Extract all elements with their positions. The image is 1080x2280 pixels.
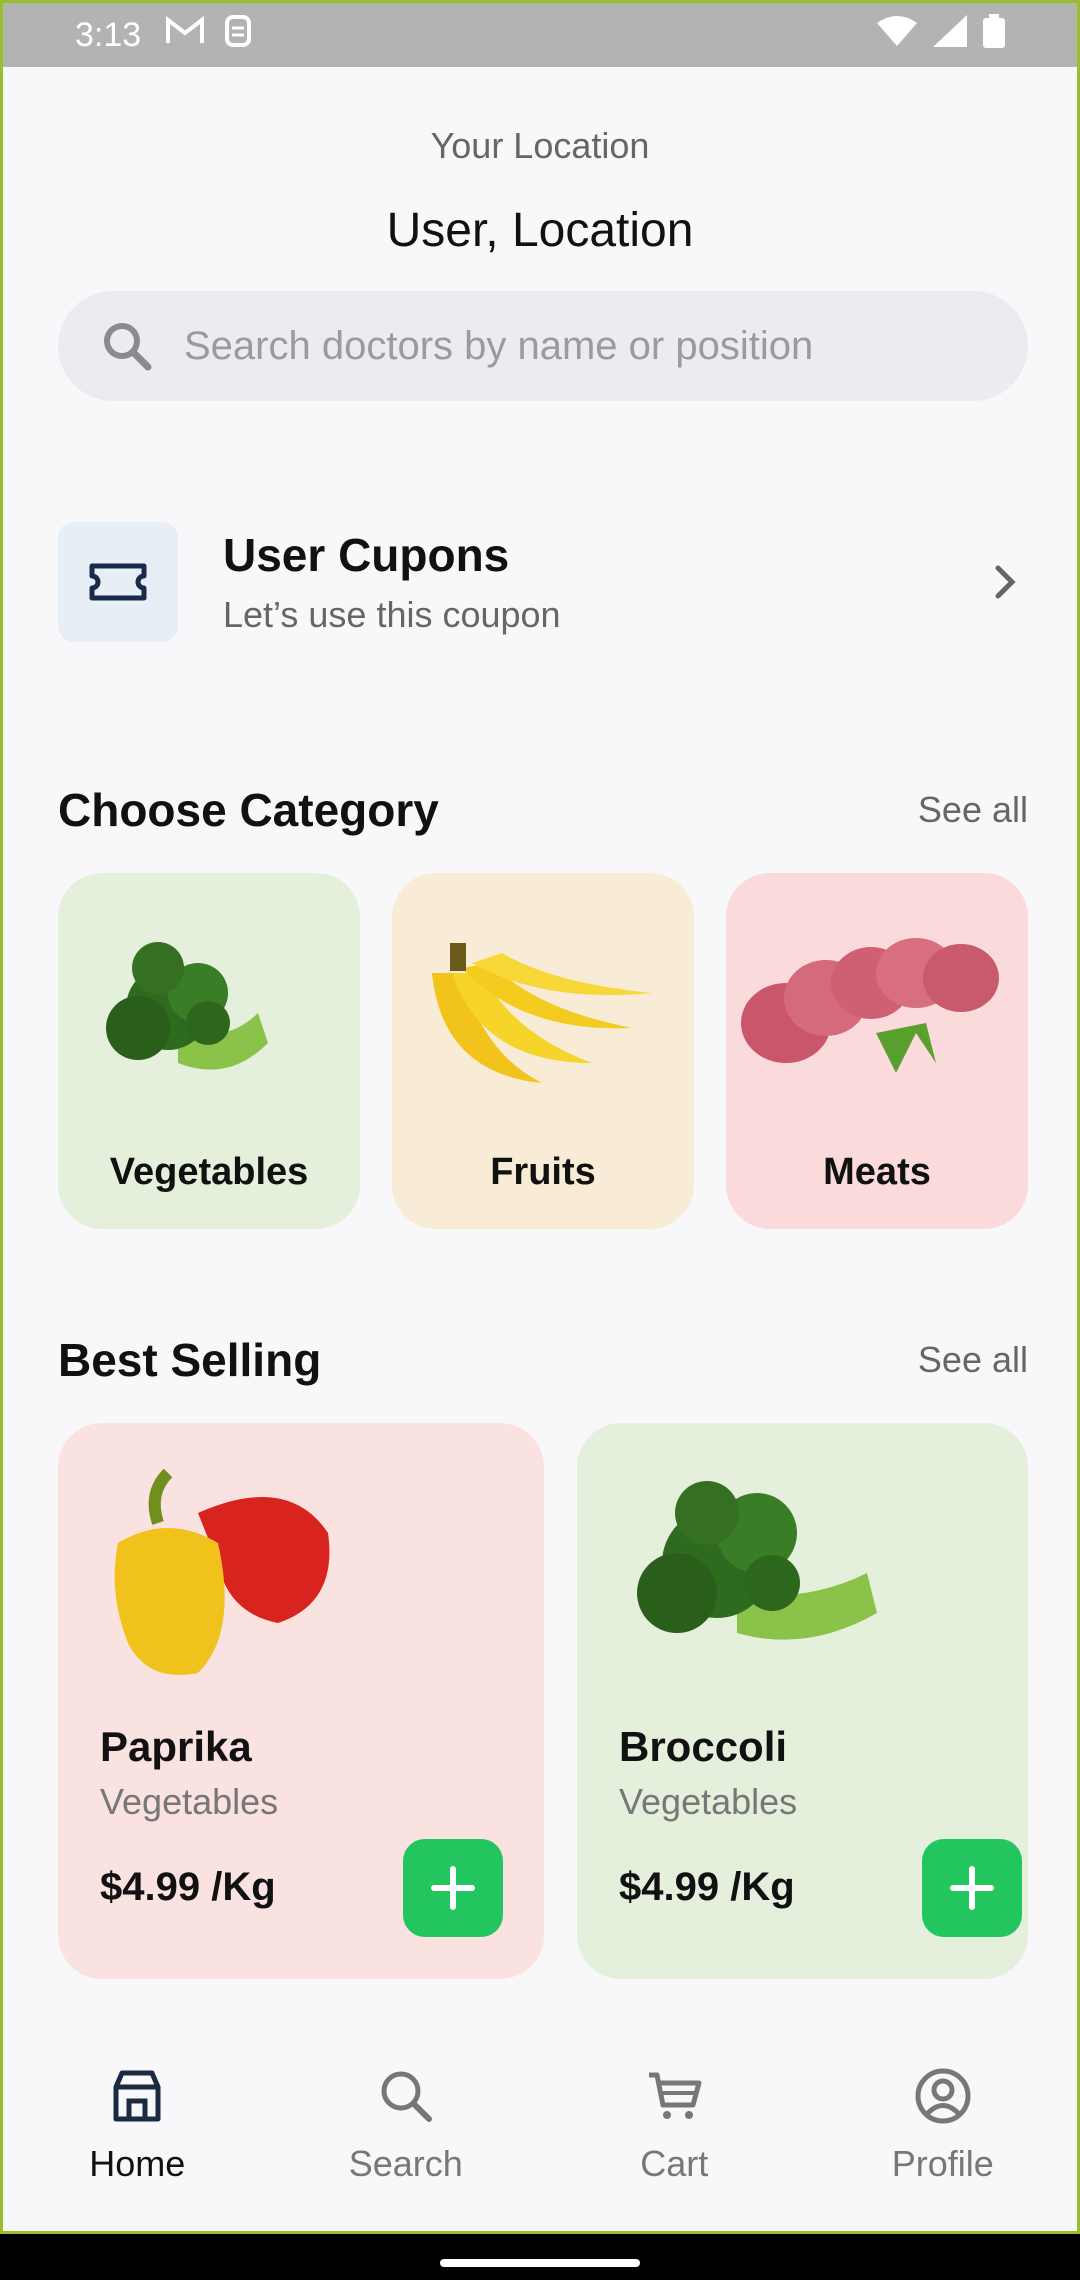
banana-image (432, 943, 652, 1083)
paprika-image (114, 1468, 330, 1675)
category-label: Fruits (490, 1151, 596, 1193)
coupon-badge (58, 522, 178, 642)
notification-icon (223, 14, 253, 57)
best-selling-see-all-link[interactable]: See all (918, 1339, 1028, 1381)
nav-label: Cart (640, 2143, 709, 2184)
category-card-vegetables[interactable]: Vegetables (58, 873, 360, 1229)
cart-icon (649, 2072, 702, 2119)
battery-icon (983, 13, 1005, 57)
product-price: $4.99 /Kg (100, 1865, 276, 1909)
nav-item-search[interactable]: Search (272, 2043, 541, 2231)
ticket-icon (89, 563, 147, 601)
best-selling-section-header: Best Selling See all (58, 1333, 1028, 1387)
product-name: Paprika (100, 1723, 252, 1770)
search-input[interactable] (184, 323, 1028, 369)
category-card-meats[interactable]: Meats (726, 873, 1028, 1229)
category-label: Meats (823, 1151, 931, 1193)
product-card-paprika[interactable]: Paprika Vegetables $4.99 /Kg (58, 1423, 544, 1979)
category-section-header: Choose Category See all (58, 783, 1028, 837)
coupon-title: User Cupons (223, 529, 510, 581)
product-category: Vegetables (100, 1781, 279, 1822)
bottom-navigation: Home Search Cart Profile (3, 2043, 1078, 2231)
nav-item-profile[interactable]: Profile (809, 2043, 1078, 2231)
coupon-subtitle: Let’s use this coupon (223, 594, 561, 635)
product-name: Broccoli (619, 1723, 788, 1770)
nav-item-home[interactable]: Home (3, 2043, 272, 2231)
location-value[interactable]: User, Location (3, 203, 1077, 258)
category-section-title: Choose Category (58, 784, 439, 836)
app-screen: 3:13 Your Location User, Location Search… (0, 0, 1080, 2234)
plus-icon (950, 1866, 994, 1910)
product-card-broccoli[interactable]: Broccoli Vegetables $4.99 /Kg (577, 1423, 1028, 1979)
coupon-row[interactable]: User Cupons Let’s use this coupon (58, 521, 1028, 643)
search-icon (381, 2071, 432, 2122)
profile-icon (915, 2068, 971, 2124)
status-time: 3:13 (75, 15, 142, 54)
best-selling-title: Best Selling (58, 1334, 322, 1386)
category-label: Vegetables (109, 1151, 309, 1193)
broccoli-image (637, 1481, 877, 1640)
plus-icon (431, 1866, 475, 1910)
status-bar: 3:13 (3, 3, 1077, 67)
nav-item-cart[interactable]: Cart (540, 2043, 809, 2231)
home-indicator[interactable] (440, 2259, 640, 2267)
categories-see-all-link[interactable]: See all (918, 789, 1028, 831)
meat-image (741, 938, 999, 1073)
category-card-fruits[interactable]: Fruits (392, 873, 694, 1229)
broccoli-image (106, 942, 268, 1070)
search-icon (104, 323, 152, 371)
location-label: Your Location (430, 125, 650, 166)
nav-label: Profile (891, 2143, 994, 2184)
search-bar[interactable] (58, 291, 1028, 401)
signal-icon (933, 14, 967, 56)
nav-label: Home (89, 2143, 186, 2184)
product-price: $4.99 /Kg (619, 1865, 795, 1909)
store-icon (113, 2070, 161, 2122)
chevron-right-icon (995, 565, 1016, 599)
product-category: Vegetables (619, 1781, 798, 1822)
add-to-cart-button[interactable] (403, 1839, 503, 1937)
nav-label: Search (348, 2143, 463, 2184)
gmail-icon (165, 15, 205, 55)
add-to-cart-button[interactable] (922, 1839, 1022, 1937)
wifi-icon (877, 15, 917, 56)
